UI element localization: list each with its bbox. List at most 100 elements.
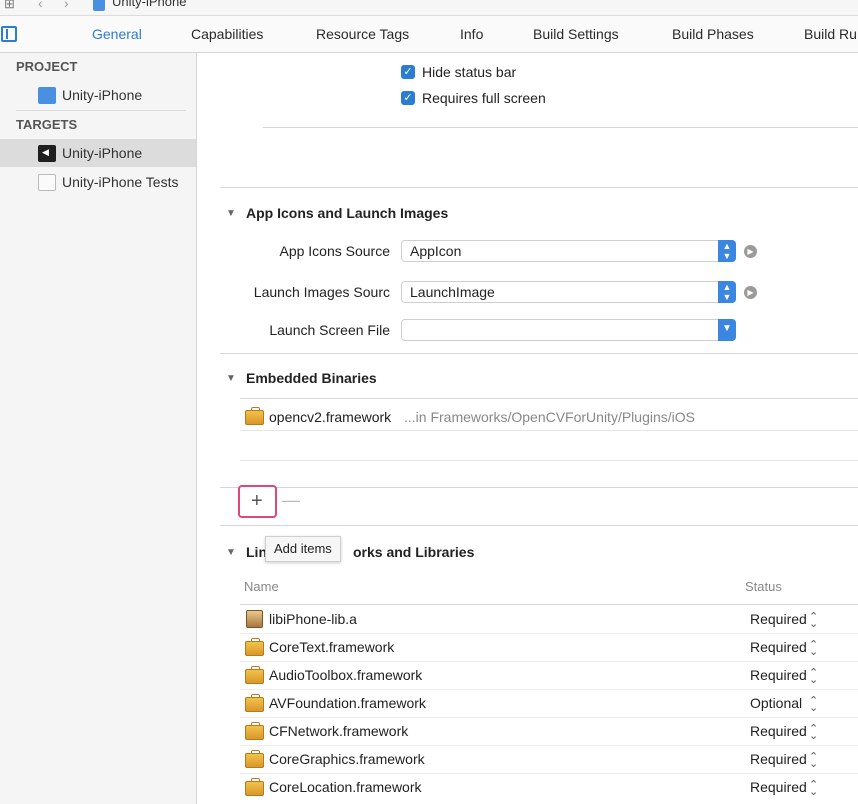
project-navigator: PROJECT Unity-iPhone TARGETS Unity-iPhon… [0, 53, 197, 804]
sidebar-item-label: Unity-iPhone [62, 87, 143, 103]
framework-toolbox-icon [245, 666, 264, 684]
up-down-chevron-icon[interactable]: ⌃ ⌄ [809, 696, 818, 714]
hide-status-bar-label: Hide status bar [422, 64, 517, 80]
test-bundle-icon [38, 174, 56, 191]
status-value[interactable]: Required [750, 751, 807, 767]
framework-toolbox-icon [245, 750, 264, 768]
forward-arrow-icon[interactable]: › [64, 0, 69, 11]
sidebar-toggle-icon[interactable] [1, 26, 17, 42]
general-editor: ✓ Hide status bar ✓ Requires full screen… [198, 53, 858, 804]
tab-build-rules[interactable]: Build Ru [804, 26, 857, 42]
row-divider [240, 773, 858, 774]
requires-full-screen-label: Requires full screen [422, 90, 546, 106]
up-down-chevron-icon: ▲ ▼ [718, 281, 736, 303]
row-divider [240, 717, 858, 718]
launch-screen-file-label: Launch Screen File [269, 322, 390, 338]
xcode-project-icon [38, 87, 56, 104]
framework-toolbox-icon [245, 694, 264, 712]
up-down-chevron-icon[interactable]: ⌃ ⌄ [809, 780, 818, 798]
add-items-button[interactable]: + [238, 485, 277, 518]
editor-tab-bar: General Capabilities Resource Tags Info … [0, 16, 858, 53]
tab-general[interactable]: General [92, 26, 142, 42]
targets-header: TARGETS [16, 117, 78, 132]
status-value[interactable]: Required [750, 779, 807, 795]
breadcrumb[interactable]: Unity-iPhone [112, 0, 186, 9]
framework-toolbox-icon [245, 722, 264, 740]
library-name: AudioToolbox.framework [269, 667, 423, 683]
library-name: AVFoundation.framework [269, 695, 426, 711]
static-library-icon [246, 610, 263, 628]
tab-build-phases[interactable]: Build Phases [672, 26, 754, 42]
library-name: CoreGraphics.framework [269, 751, 425, 767]
library-name: CoreText.framework [269, 639, 395, 655]
sidebar-divider [16, 110, 186, 111]
section-title-embedded-binaries: Embedded Binaries [246, 370, 377, 386]
chevron-down-icon: ▼ [718, 319, 736, 341]
status-value[interactable]: Required [750, 639, 807, 655]
disclosure-triangle-icon[interactable]: ▼ [226, 373, 236, 384]
tab-build-settings[interactable]: Build Settings [533, 26, 619, 42]
section-divider [220, 187, 858, 188]
project-header: PROJECT [16, 59, 78, 74]
disclosure-triangle-icon[interactable]: ▼ [226, 208, 236, 219]
unity-app-icon [38, 145, 56, 162]
back-arrow-icon[interactable]: ‹ [38, 0, 43, 11]
library-name: libiPhone-lib.a [269, 611, 357, 627]
row-divider [240, 430, 858, 431]
up-down-chevron-icon: ▲ ▼ [718, 240, 736, 262]
add-items-tooltip: Add items [265, 536, 341, 562]
section-divider [220, 353, 858, 354]
sidebar-item-unity-iphone[interactable]: Unity-iPhone [0, 139, 196, 167]
sidebar-item-unity-iphone-tests[interactable]: Unity-iPhone Tests [0, 168, 196, 196]
up-down-chevron-icon[interactable]: ⌃ ⌄ [809, 752, 818, 770]
related-items-icon[interactable]: ⊞ [4, 0, 15, 12]
up-down-chevron-icon[interactable]: ⌃ ⌄ [809, 640, 818, 658]
embedded-binary-path: ...in Frameworks/OpenCVForUnity/Plugins/… [404, 409, 695, 425]
column-header-status[interactable]: Status [745, 579, 782, 594]
app-icons-source-popup[interactable]: AppIcon ▲ ▼ [401, 240, 736, 262]
framework-toolbox-icon [245, 638, 264, 656]
go-to-arrow-icon[interactable]: ▶ [744, 245, 757, 258]
launch-images-source-popup[interactable]: LaunchImage ▲ ▼ [401, 281, 736, 303]
tab-info[interactable]: Info [460, 26, 483, 42]
project-file-icon [93, 0, 105, 11]
sidebar-item-label: Unity-iPhone Tests [62, 174, 179, 190]
table-border [240, 398, 858, 399]
section-title-linked-frameworks-start: Lin [246, 544, 267, 560]
remove-items-button[interactable]: — [282, 490, 300, 511]
section-title-linked-frameworks-end: orks and Libraries [353, 544, 475, 560]
path-bar: ⊞ ‹ › Unity-iPhone [0, 0, 858, 16]
launch-screen-file-combobox[interactable]: ▼ [401, 319, 736, 341]
launch-images-source-label: Launch Images Sourc [253, 284, 390, 300]
row-divider [240, 460, 858, 461]
popup-value: AppIcon [410, 243, 462, 259]
framework-toolbox-icon [245, 778, 264, 796]
row-divider [240, 689, 858, 690]
hide-status-bar-checkbox[interactable]: ✓ [401, 65, 415, 79]
row-divider [240, 661, 858, 662]
section-divider [220, 525, 858, 526]
column-header-name[interactable]: Name [244, 579, 279, 594]
status-value[interactable]: Required [750, 667, 807, 683]
up-down-chevron-icon[interactable]: ⌃ ⌄ [809, 668, 818, 686]
up-down-chevron-icon[interactable]: ⌃ ⌄ [809, 612, 818, 630]
table-footer-border [220, 487, 858, 488]
app-icons-source-label: App Icons Source [279, 243, 390, 259]
tab-capabilities[interactable]: Capabilities [191, 26, 263, 42]
row-divider [240, 745, 858, 746]
framework-toolbox-icon [245, 407, 264, 425]
plus-icon: + [251, 490, 263, 512]
section-title-app-icons: App Icons and Launch Images [246, 205, 449, 221]
table-header-border [240, 604, 858, 605]
sidebar-item-label: Unity-iPhone [62, 145, 143, 161]
status-value[interactable]: Optional [750, 695, 802, 711]
embedded-binary-name: opencv2.framework [269, 409, 392, 425]
disclosure-triangle-icon[interactable]: ▼ [226, 547, 236, 558]
requires-full-screen-checkbox[interactable]: ✓ [401, 91, 415, 105]
tab-resource-tags[interactable]: Resource Tags [316, 26, 409, 42]
go-to-arrow-icon[interactable]: ▶ [744, 286, 757, 299]
up-down-chevron-icon[interactable]: ⌃ ⌄ [809, 724, 818, 742]
status-value[interactable]: Required [750, 723, 807, 739]
status-value[interactable]: Required [750, 611, 807, 627]
sidebar-item-project[interactable]: Unity-iPhone [0, 81, 196, 109]
